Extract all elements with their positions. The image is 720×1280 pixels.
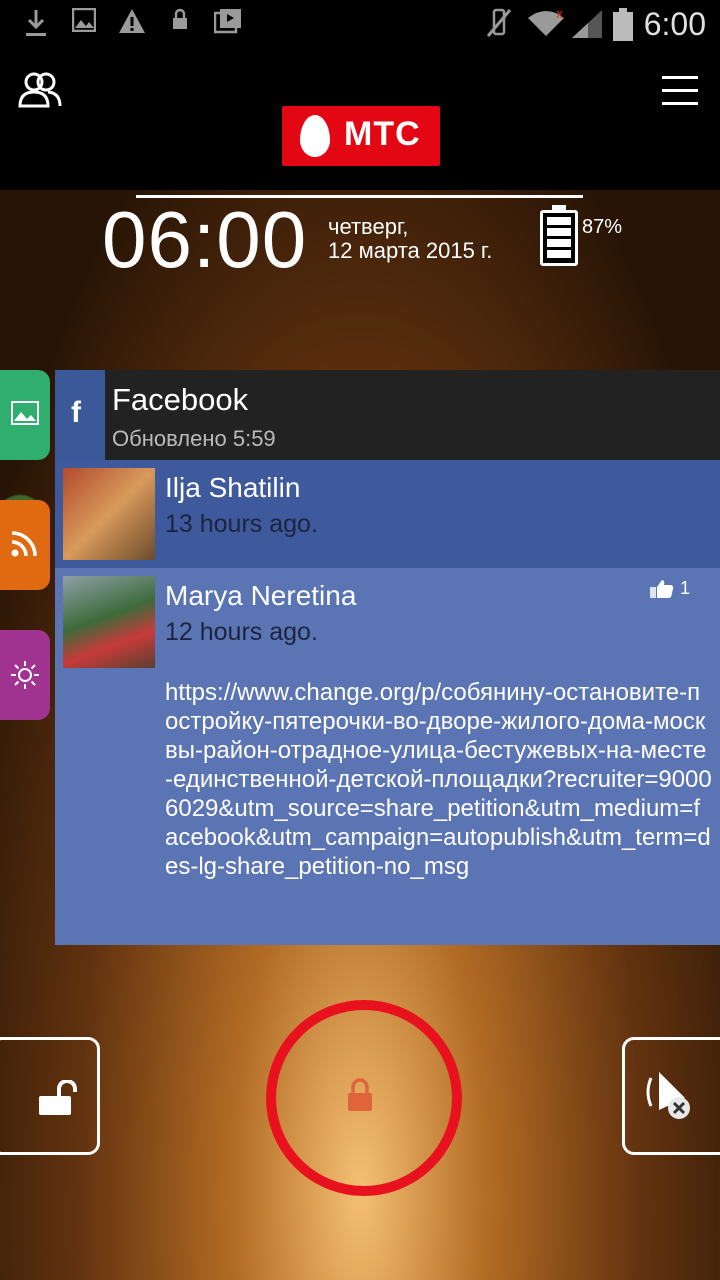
thumbs-up-icon — [650, 580, 674, 599]
battery-indicator — [540, 205, 578, 266]
widget-header: f Facebook Обновлено 5:59 — [55, 370, 720, 460]
image-icon — [72, 8, 96, 32]
top-bar: МТС — [0, 50, 720, 190]
like-count-value: 1 — [680, 578, 691, 598]
facebook-icon: f — [55, 370, 105, 460]
lock-icon[interactable] — [346, 1078, 374, 1112]
widget-updated: Обновлено 5:59 — [112, 426, 276, 451]
logo-text: МТС — [344, 115, 421, 153]
mute-icon — [486, 8, 512, 37]
lockscreen-date: 12 марта 2015 г. — [328, 238, 493, 263]
warning-icon — [119, 9, 145, 33]
feed-post[interactable]: Ilja Shatilin 13 hours ago. — [55, 460, 720, 568]
post-time: 12 hours ago. — [165, 618, 318, 646]
facebook-widget[interactable]: f Facebook Обновлено 5:59 Ilja Shatilin … — [55, 370, 720, 945]
post-author: Ilja Shatilin — [165, 472, 301, 503]
side-tab-gallery[interactable] — [0, 370, 50, 460]
feed-post[interactable]: Marya Neretina 12 hours ago. 1 https://w… — [55, 568, 720, 945]
lock-icon — [173, 8, 187, 29]
media-icon — [214, 9, 241, 34]
wifi-icon: x — [528, 8, 564, 36]
avatar — [63, 468, 155, 560]
status-bar: x 6:00 — [0, 0, 720, 50]
rss-icon — [11, 531, 37, 557]
lockscreen-day: четверг, — [328, 214, 409, 239]
status-time: 6:00 — [643, 6, 706, 42]
signal-icon — [572, 10, 602, 38]
download-icon — [26, 10, 46, 36]
post-author: Marya Neretina — [165, 580, 357, 611]
mts-logo: МТС — [282, 106, 440, 166]
mute-target[interactable] — [622, 1037, 720, 1155]
menu-icon[interactable] — [662, 76, 698, 106]
svg-text:x: x — [556, 8, 563, 21]
avatar — [63, 576, 155, 668]
post-text[interactable]: https://www.change.org/p/собянину-остано… — [165, 678, 713, 881]
post-time: 13 hours ago. — [165, 510, 318, 538]
people-icon[interactable] — [18, 70, 62, 110]
widget-title: Facebook — [112, 382, 249, 417]
brightness-icon — [11, 661, 39, 689]
side-tab-brightness[interactable] — [0, 630, 50, 720]
gallery-icon — [11, 401, 39, 425]
like-count: 1 — [649, 578, 690, 599]
battery-icon — [613, 8, 633, 41]
unlock-target[interactable] — [0, 1037, 100, 1155]
lockscreen-clock: 06:00 — [102, 195, 308, 284]
side-tab-rss[interactable] — [0, 500, 50, 590]
unlock-icon — [39, 1080, 77, 1115]
egg-logo-icon — [300, 115, 330, 157]
battery-percent: 87% — [582, 216, 623, 238]
mute-vibrate-icon — [646, 1072, 690, 1119]
